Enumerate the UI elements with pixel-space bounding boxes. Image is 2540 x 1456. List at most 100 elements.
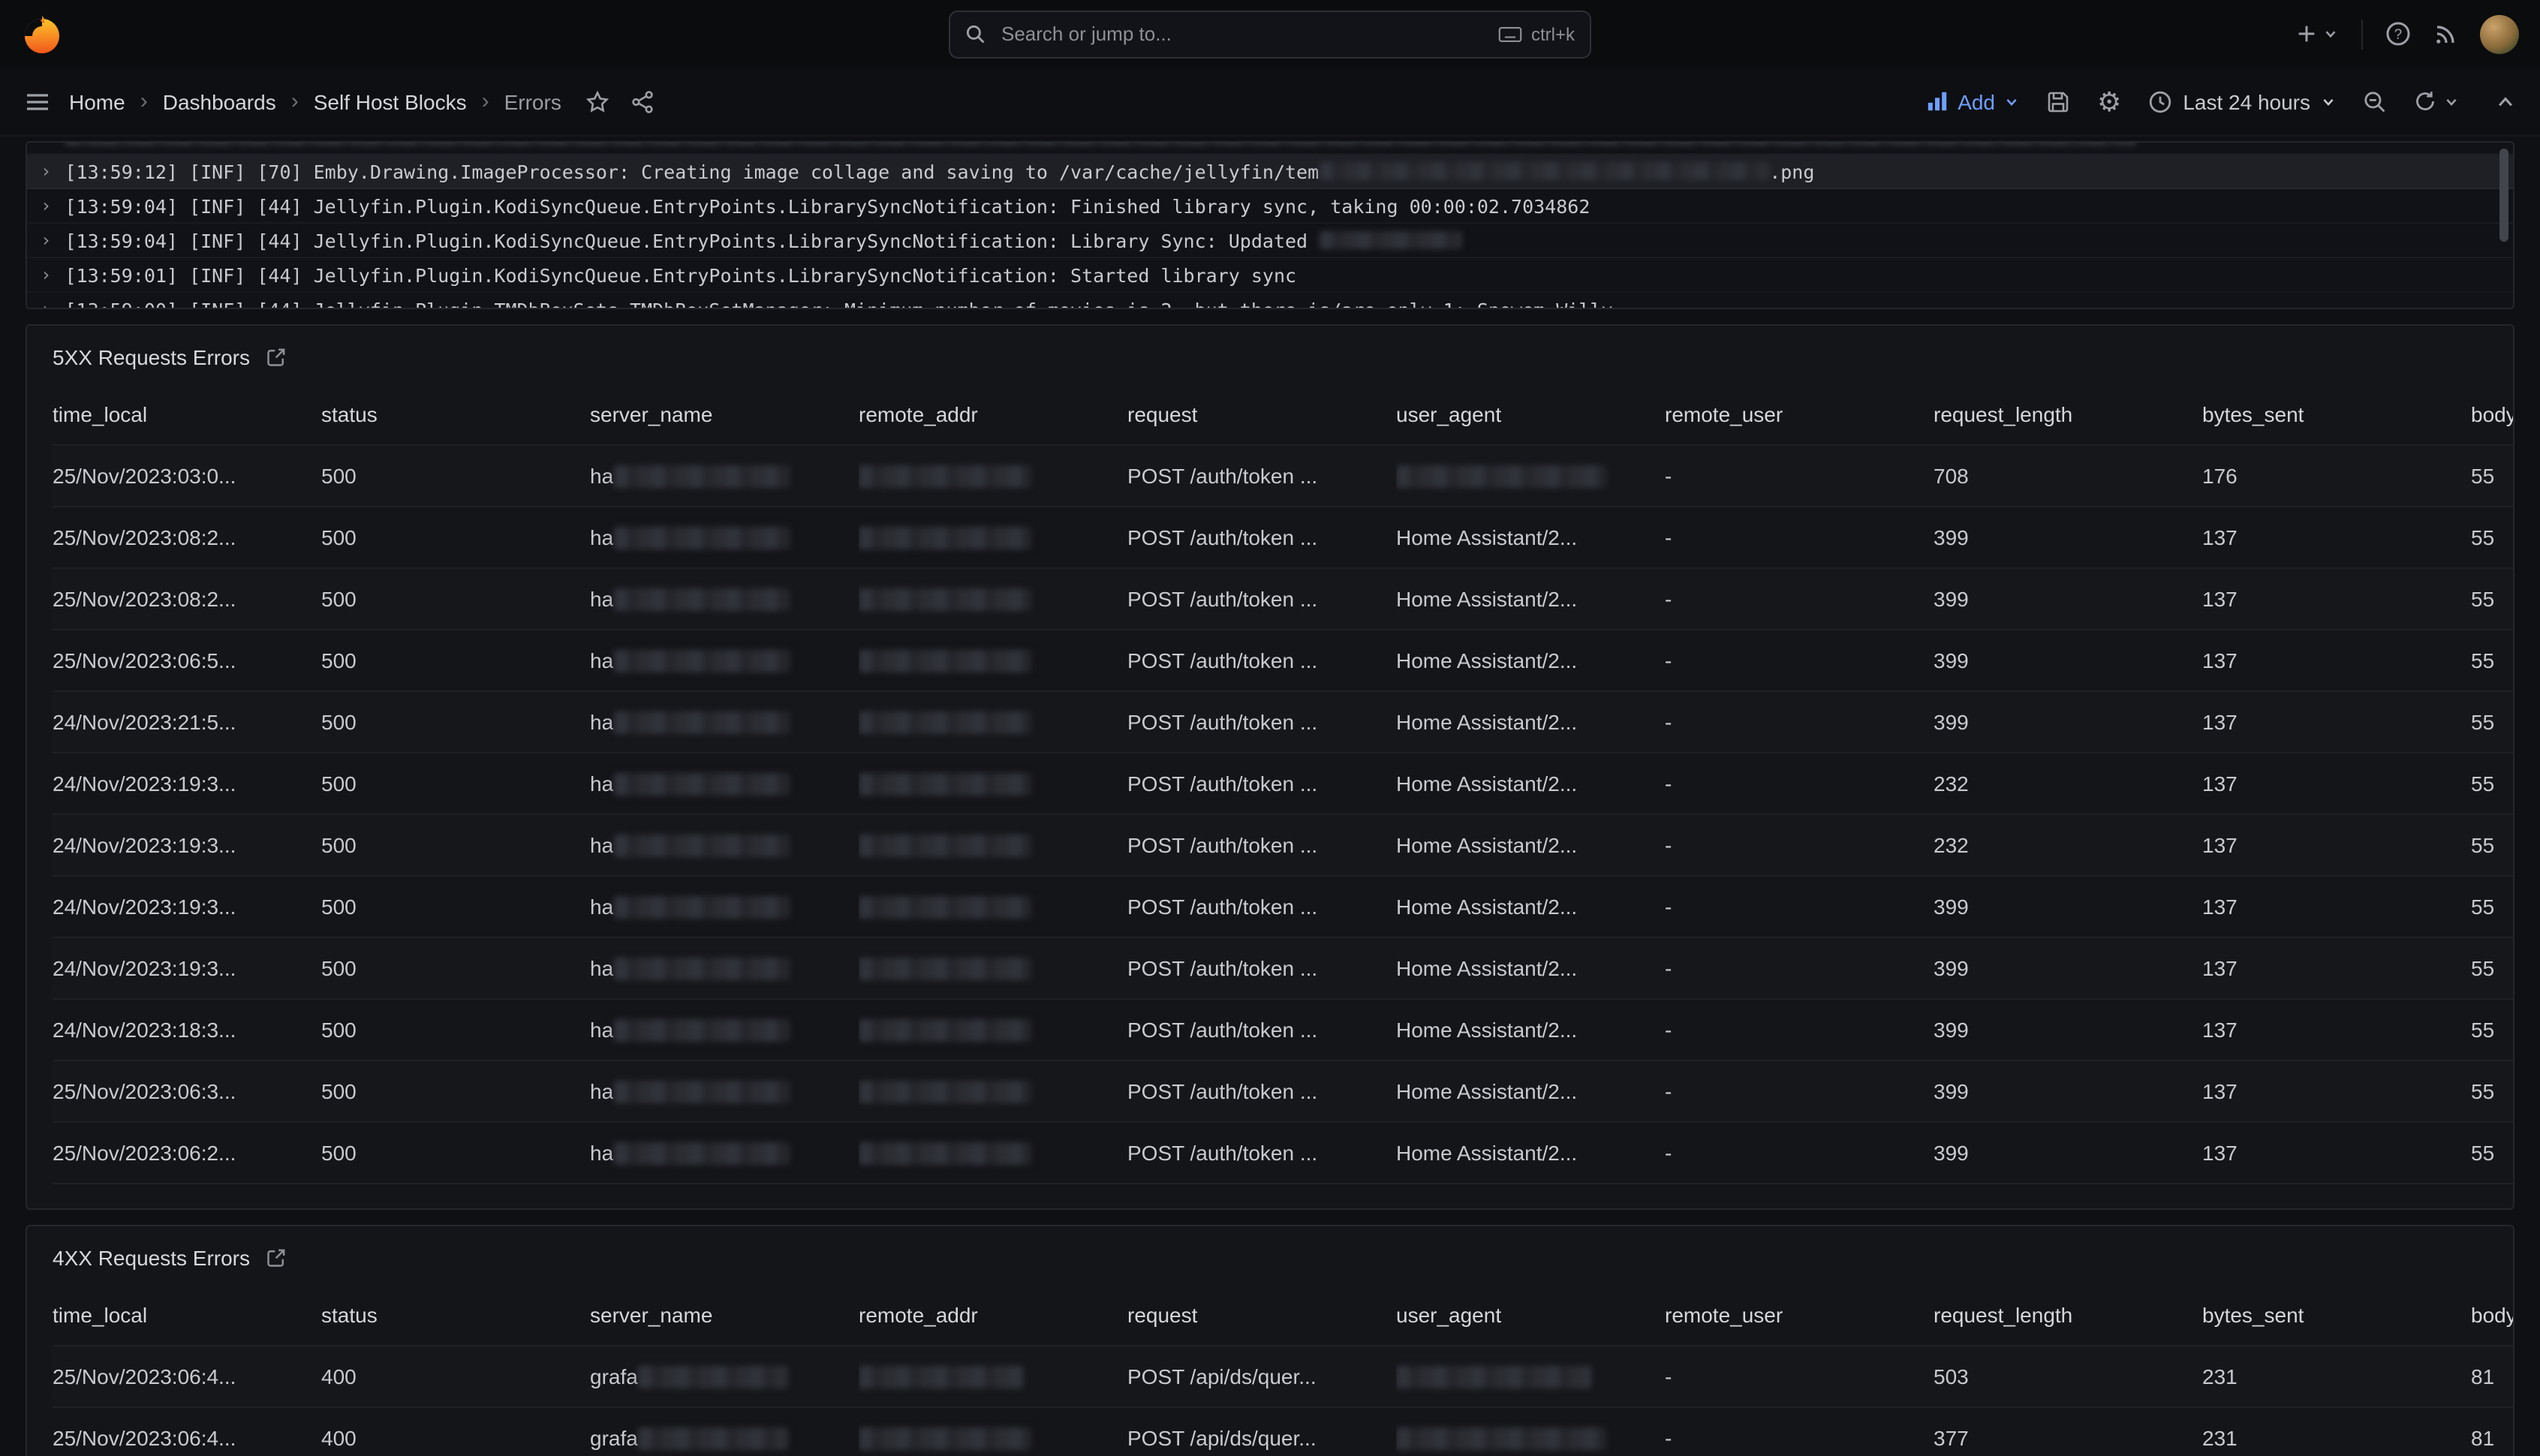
breadcrumb-item-dashboards[interactable]: Dashboards	[163, 89, 276, 113]
table-cell: 25/Nov/2023:06:4...	[53, 1407, 321, 1456]
column-header-body_bytes_se[interactable]: body_bytes_se	[2471, 384, 2514, 445]
table-cell: 231	[2202, 1407, 2471, 1456]
column-header-remote_user[interactable]: remote_user	[1665, 1285, 1934, 1346]
log-row[interactable]: ›[13:59:04] [INF] [44] Jellyfin.Plugin.K…	[27, 224, 2513, 258]
redacted-text	[1319, 231, 1461, 249]
new-button[interactable]	[2295, 23, 2339, 45]
cell-text: ha	[590, 648, 613, 672]
chevron-right-icon[interactable]: ›	[41, 299, 51, 309]
cell-text: grafa	[590, 1425, 638, 1449]
panel-header[interactable]: 5XX Requests Errors	[27, 326, 2513, 384]
column-header-body_bytes_se[interactable]: body_bytes_se	[2471, 1285, 2514, 1346]
table-cell: 176	[2202, 445, 2471, 507]
add-button[interactable]: Add	[1926, 89, 2019, 113]
table-cell	[859, 445, 1127, 507]
menu-toggle-icon[interactable]	[24, 88, 51, 115]
table-cell: 24/Nov/2023:19:3...	[53, 814, 321, 876]
log-text: [13:59:12] [INF] [70] Emby.Drawing.Image…	[65, 160, 1319, 182]
chevron-right-icon[interactable]: ›	[41, 141, 51, 147]
breadcrumb-bar: Home › Dashboards › Self Host Blocks › E…	[0, 68, 2540, 137]
chevron-up-icon[interactable]	[2495, 91, 2516, 112]
settings-icon[interactable]: ⚙	[2097, 88, 2121, 115]
log-row[interactable]: ›[13:59:00] [INF] [44] Jellyfin.Plugin.T…	[27, 293, 2513, 309]
column-header-remote_addr[interactable]: remote_addr	[859, 1285, 1127, 1346]
log-row[interactable]: ›	[27, 141, 2513, 155]
plus-icon	[2295, 23, 2318, 45]
table-row: 25/Nov/2023:08:2...500haPOST /auth/token…	[53, 507, 2514, 568]
column-header-request[interactable]: request	[1127, 384, 1396, 445]
column-header-request[interactable]: request	[1127, 1285, 1396, 1346]
breadcrumb-item-self-host-blocks[interactable]: Self Host Blocks	[314, 89, 467, 113]
table-cell: 500	[321, 1060, 590, 1122]
cell-text: ha	[590, 525, 613, 549]
chevron-down-icon	[2322, 26, 2339, 42]
avatar[interactable]	[2480, 14, 2519, 53]
redacted-text	[613, 712, 789, 735]
column-header-server_name[interactable]: server_name	[590, 384, 859, 445]
redacted-text	[613, 1081, 789, 1104]
table-cell: 25/Nov/2023:06:3...	[53, 1060, 321, 1122]
column-header-status[interactable]: status	[321, 384, 590, 445]
chevron-right-icon[interactable]: ›	[41, 230, 51, 251]
column-header-remote_addr[interactable]: remote_addr	[859, 384, 1127, 445]
table-cell: grafa	[590, 1407, 859, 1456]
table-cell: 137	[2202, 691, 2471, 753]
table-cell: 55	[2471, 568, 2514, 630]
table-cell: ha	[590, 814, 859, 876]
log-row[interactable]: › [13:59:12] [INF] [70] Emby.Drawing.Imag…	[27, 155, 2513, 189]
panel-header[interactable]: 4XX Requests Errors	[27, 1226, 2513, 1285]
rss-icon[interactable]	[2433, 22, 2457, 46]
search-box[interactable]: ctrl+k	[949, 10, 1591, 58]
chevron-right-icon[interactable]: ›	[41, 264, 51, 285]
search-input[interactable]	[998, 21, 1486, 47]
table-row: 24/Nov/2023:19:3...500haPOST /auth/token…	[53, 937, 2514, 999]
help-icon[interactable]: ?	[2385, 21, 2411, 47]
column-header-request_length[interactable]: request_length	[1934, 384, 2202, 445]
breadcrumb-item-home[interactable]: Home	[69, 89, 125, 113]
chevron-right-icon[interactable]: ›	[41, 195, 51, 216]
column-header-user_agent[interactable]: user_agent	[1396, 384, 1665, 445]
external-link-icon[interactable]	[265, 347, 286, 368]
time-range-picker[interactable]: Last 24 hours	[2148, 89, 2336, 113]
table-cell: 55	[2471, 1122, 2514, 1184]
chevron-right-icon[interactable]: ›	[41, 161, 51, 182]
table-cell: 81	[2471, 1407, 2514, 1456]
grafana-logo[interactable]	[21, 13, 63, 55]
errors-table-5xx: time_localstatusserver_nameremote_addrre…	[53, 384, 2514, 1184]
zoom-out-icon[interactable]	[2363, 89, 2387, 113]
log-row[interactable]: ›[13:59:04] [INF] [44] Jellyfin.Plugin.K…	[27, 189, 2513, 224]
refresh-icon	[2414, 90, 2436, 113]
table-cell: 24/Nov/2023:19:3...	[53, 937, 321, 999]
table-cell: 24/Nov/2023:19:3...	[53, 876, 321, 937]
log-rows: › › [13:59:12] [INF] [70] Emby.Drawing.Ima…	[27, 141, 2513, 309]
star-icon[interactable]	[585, 89, 609, 113]
column-header-user_agent[interactable]: user_agent	[1396, 1285, 1665, 1346]
save-dashboard-icon[interactable]	[2046, 89, 2070, 113]
column-header-request_length[interactable]: request_length	[1934, 1285, 2202, 1346]
column-header-bytes_sent[interactable]: bytes_sent	[2202, 384, 2471, 445]
scrollbar[interactable]	[2499, 149, 2508, 242]
log-row[interactable]: ›[13:59:01] [INF] [44] Jellyfin.Plugin.K…	[27, 258, 2513, 293]
column-header-remote_user[interactable]: remote_user	[1665, 384, 1934, 445]
column-header-server_name[interactable]: server_name	[590, 1285, 859, 1346]
table-cell: 500	[321, 445, 590, 507]
external-link-icon[interactable]	[265, 1247, 286, 1268]
table-cell: 500	[321, 1122, 590, 1184]
refresh-button[interactable]	[2414, 90, 2459, 113]
redacted-text	[613, 774, 789, 796]
cell-text: ha	[590, 832, 613, 856]
table-row: 25/Nov/2023:06:4...400grafaPOST /api/ds/…	[53, 1346, 2514, 1407]
table-cell: 500	[321, 999, 590, 1060]
table-cell: 55	[2471, 630, 2514, 691]
redacted-text	[859, 958, 1031, 981]
column-header-bytes_sent[interactable]: bytes_sent	[2202, 1285, 2471, 1346]
chevron-down-icon	[2321, 94, 2336, 109]
table-cell: 55	[2471, 876, 2514, 937]
column-header-time_local[interactable]: time_local	[53, 1285, 321, 1346]
column-header-time_local[interactable]: time_local	[53, 384, 321, 445]
share-icon[interactable]	[630, 89, 655, 113]
table-cell: -	[1665, 999, 1934, 1060]
table-cell: Home Assistant/2...	[1396, 876, 1665, 937]
column-header-status[interactable]: status	[321, 1285, 590, 1346]
panel-4xx-requests-errors: 4XX Requests Errors time_localstatusserv…	[26, 1225, 2514, 1456]
